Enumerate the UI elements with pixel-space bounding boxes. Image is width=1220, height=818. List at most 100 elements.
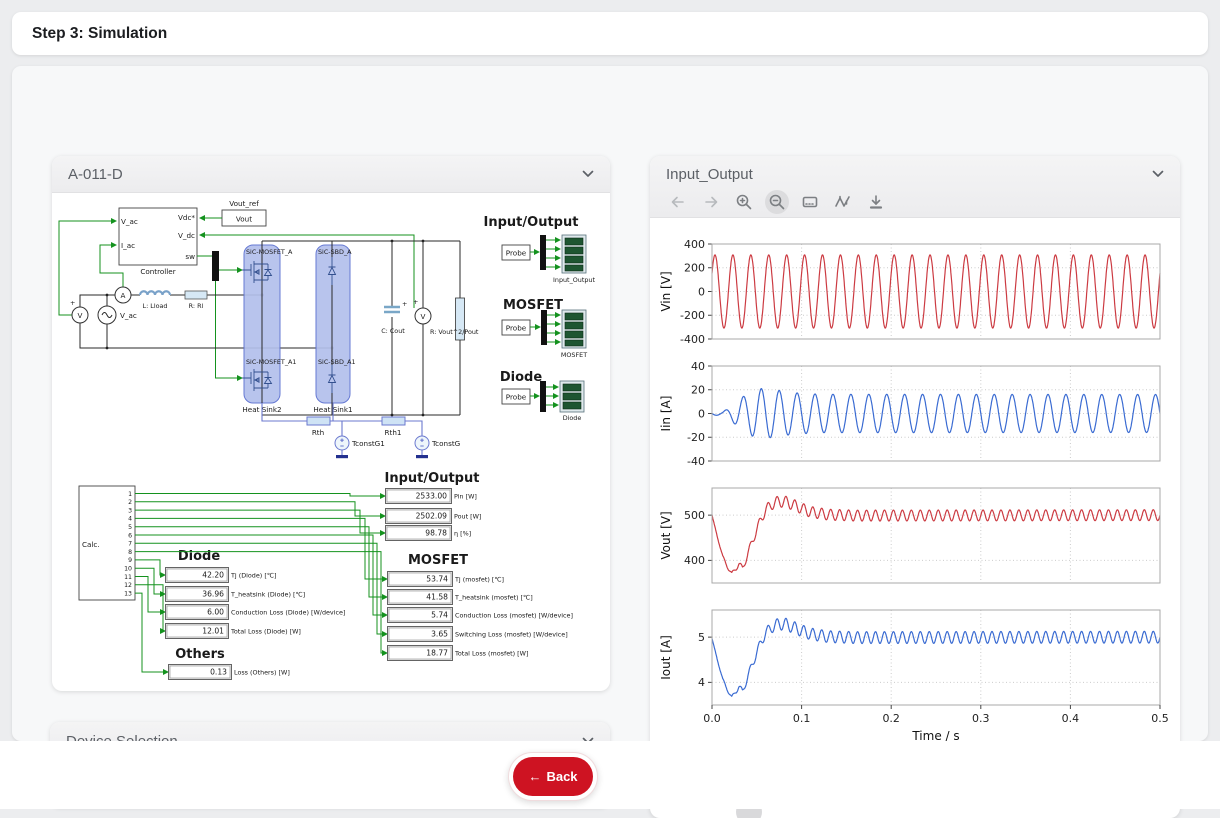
step-titlebar: Step 3: Simulation bbox=[12, 12, 1208, 55]
svg-text:-20: -20 bbox=[687, 431, 705, 444]
svg-text:V_ac: V_ac bbox=[121, 217, 138, 226]
svg-text:Total Loss (Diode) [W]: Total Loss (Diode) [W] bbox=[230, 627, 301, 635]
ac-source-label: V_ac bbox=[120, 311, 137, 320]
plot-toolbar bbox=[666, 186, 1164, 218]
back-icon[interactable] bbox=[666, 190, 690, 214]
svg-text:Vout [V]: Vout [V] bbox=[659, 511, 673, 559]
display-row: 5.74Conduction Loss (mosfet) [W/device] bbox=[388, 608, 573, 623]
svg-text:2533.00: 2533.00 bbox=[416, 492, 448, 501]
display-row: 2502.09Pout [W] bbox=[386, 509, 482, 524]
svg-text:Input_Output: Input_Output bbox=[553, 276, 595, 284]
svg-text:0.0: 0.0 bbox=[703, 712, 721, 725]
svg-text:Vin [V]: Vin [V] bbox=[659, 271, 673, 311]
svg-text:400: 400 bbox=[684, 554, 705, 567]
svg-text:41.58: 41.58 bbox=[426, 593, 448, 602]
traces-icon[interactable] bbox=[831, 190, 855, 214]
svg-text:8: 8 bbox=[128, 549, 132, 556]
probe-group-diode: Diode Probe Diode bbox=[500, 370, 584, 422]
schematic-panel-title: A-011-D bbox=[68, 166, 123, 183]
svg-text:T_heatsink (Diode) [℃]: T_heatsink (Diode) [℃] bbox=[230, 590, 305, 598]
subplot-Iin: 40200-20-40Iin [A] bbox=[659, 360, 1160, 468]
zoom-out-icon[interactable] bbox=[765, 190, 789, 214]
svg-text:400: 400 bbox=[684, 238, 705, 251]
rth-label: Rth bbox=[312, 428, 324, 437]
svg-text:-400: -400 bbox=[680, 333, 705, 346]
svg-text:500: 500 bbox=[684, 509, 705, 522]
svg-text:Diode: Diode bbox=[500, 370, 542, 385]
svg-text:Probe: Probe bbox=[506, 393, 527, 402]
others-heading: Others bbox=[175, 647, 225, 662]
svg-text:+: + bbox=[70, 299, 75, 307]
svg-text:5: 5 bbox=[128, 524, 132, 531]
chevron-down-icon[interactable] bbox=[582, 170, 594, 178]
svg-text:+: + bbox=[402, 300, 407, 308]
svg-text:sw: sw bbox=[185, 252, 195, 261]
svg-text:0: 0 bbox=[698, 407, 705, 420]
display-row: 36.96T_heatsink (Diode) [℃] bbox=[166, 587, 306, 602]
schematic-panel-header[interactable]: A-011-D bbox=[52, 156, 610, 193]
svg-text:η [%]: η [%] bbox=[454, 529, 471, 537]
svg-text:A: A bbox=[121, 291, 126, 300]
display-row: 98.78η [%] bbox=[386, 526, 472, 541]
subplot-Iout: 5 4 Iout [A] bbox=[659, 610, 1160, 705]
back-button-ring: ← Back bbox=[508, 752, 598, 801]
svg-text:Vdc*: Vdc* bbox=[178, 213, 195, 222]
svg-text:-40: -40 bbox=[687, 455, 705, 468]
svg-text:200: 200 bbox=[684, 262, 705, 275]
svg-text:Probe: Probe bbox=[506, 249, 527, 258]
svg-text:-200: -200 bbox=[680, 309, 705, 322]
svg-text:Vout: Vout bbox=[236, 215, 252, 224]
svg-text:Tj (mosfet) [℃]: Tj (mosfet) [℃] bbox=[454, 575, 504, 583]
vdc-sense-wire bbox=[200, 235, 414, 308]
subplot-Vout: 500 400 Vout [V] bbox=[659, 488, 1160, 583]
device-label: SiC-SBD_A1 bbox=[318, 358, 356, 366]
controller-block: V_ac I_ac Vdc* V_dc sw Controller bbox=[119, 208, 197, 276]
legend-box-icon[interactable] bbox=[798, 190, 822, 214]
svg-text:9: 9 bbox=[128, 557, 132, 564]
plot-body: 4002000-200-400Vin [V]40200-20-40Iin [A]… bbox=[650, 218, 1180, 751]
svg-text:0.3: 0.3 bbox=[972, 712, 990, 725]
display-row: 0.13Loss (Others) [W] bbox=[169, 665, 290, 680]
svg-text:Tj (Diode) [℃]: Tj (Diode) [℃] bbox=[230, 571, 277, 579]
svg-text:1: 1 bbox=[128, 491, 132, 498]
svg-text:4: 4 bbox=[698, 676, 705, 689]
svg-text:Diode: Diode bbox=[563, 414, 582, 422]
probe-group-mosfet: MOSFET Probe MOSFET bbox=[502, 298, 587, 359]
bridge-legs: SiC-MOSFET_A SiC-SBD_A SiC-MOSFET_A1 SiC… bbox=[242, 241, 460, 415]
svg-text:MOSFET: MOSFET bbox=[503, 298, 563, 313]
svg-text:3: 3 bbox=[128, 507, 132, 514]
svg-text:2: 2 bbox=[128, 499, 132, 506]
svg-text:13: 13 bbox=[124, 590, 132, 597]
svg-text:3.65: 3.65 bbox=[431, 630, 448, 639]
device-label: SiC-MOSFET_A bbox=[246, 248, 293, 256]
chevron-down-icon[interactable] bbox=[1152, 170, 1164, 178]
svg-text:Pin [W]: Pin [W] bbox=[454, 492, 477, 500]
forward-icon[interactable] bbox=[699, 190, 723, 214]
svg-text:5: 5 bbox=[698, 631, 705, 644]
footer-bar: ← Back bbox=[0, 741, 1220, 809]
schematic-body: V_ac I_ac Vdc* V_dc sw Controller Vout_r… bbox=[52, 193, 610, 691]
svg-text:Total Loss (mosfet) [W]: Total Loss (mosfet) [W] bbox=[454, 649, 528, 657]
svg-text:Calc.: Calc. bbox=[82, 540, 100, 549]
back-button[interactable]: ← Back bbox=[513, 757, 593, 796]
svg-text:Loss (Others) [W]: Loss (Others) [W] bbox=[234, 668, 290, 676]
display-row: 41.58T_heatsink (mosfet) [℃] bbox=[388, 590, 533, 605]
svg-text:I_ac: I_ac bbox=[121, 241, 135, 250]
zoom-in-icon[interactable] bbox=[732, 190, 756, 214]
svg-text:Probe: Probe bbox=[506, 324, 527, 333]
svg-text:0.2: 0.2 bbox=[882, 712, 900, 725]
svg-text:12: 12 bbox=[124, 582, 132, 589]
svg-text:Iout [A]: Iout [A] bbox=[659, 635, 673, 680]
cap-label: C: Cout bbox=[381, 327, 405, 335]
thermal-network: Rth Rth1 TconstG1 TconstG bbox=[262, 403, 460, 458]
display-row: 18.77Total Loss (mosfet) [W] bbox=[388, 646, 529, 661]
svg-text:V: V bbox=[78, 311, 83, 320]
svg-text:MOSFET: MOSFET bbox=[561, 351, 587, 359]
vout-ref-block: Vout_ref Vout bbox=[200, 199, 266, 226]
download-icon[interactable] bbox=[864, 190, 888, 214]
svg-text:12.01: 12.01 bbox=[202, 627, 224, 636]
gate-drive bbox=[197, 251, 242, 378]
svg-text:6.00: 6.00 bbox=[207, 608, 224, 617]
svg-text:+: + bbox=[413, 298, 418, 306]
svg-text:20: 20 bbox=[691, 384, 705, 397]
